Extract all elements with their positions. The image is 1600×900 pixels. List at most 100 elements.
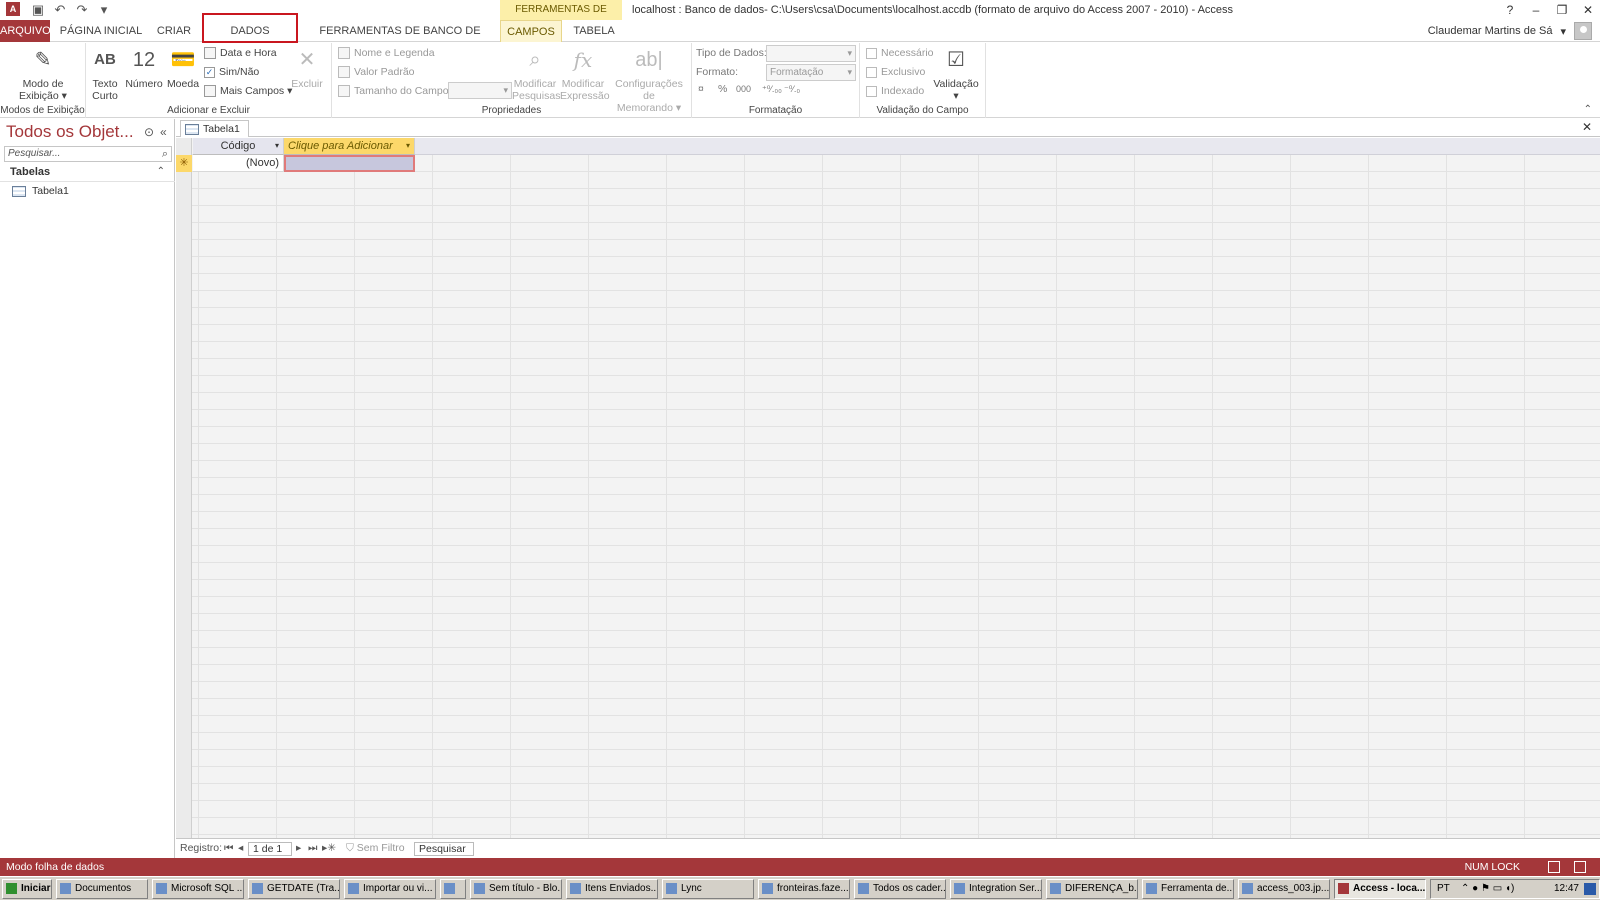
tab-external-data[interactable]: DADOS EXTERNOS — [202, 13, 298, 55]
next-record-button[interactable]: ▸ — [296, 842, 301, 854]
close-button[interactable]: ✕ — [1582, 0, 1594, 20]
collapse-nav-icon[interactable]: « — [160, 125, 167, 139]
required-checkbox[interactable]: Necessário — [866, 44, 934, 62]
tab-file[interactable]: ARQUIVO — [0, 20, 51, 42]
memo-settings-button[interactable]: ab| Configurações de Memorando ▾ — [608, 45, 690, 114]
taskbar-item[interactable]: Sem título - Blo... — [470, 879, 562, 899]
function-icon: fx — [573, 48, 593, 72]
chevron-down-icon[interactable]: ▾ — [275, 138, 279, 154]
taskbar-item[interactable]: Microsoft SQL ... — [152, 879, 244, 899]
memo-icon: ab| — [635, 49, 663, 71]
last-record-button[interactable]: ⏭ — [308, 842, 317, 855]
default-value-button[interactable]: Valor Padrão — [338, 63, 415, 81]
default-value-icon — [338, 66, 350, 79]
tab-database-tools[interactable]: FERRAMENTAS DE BANCO DE DADOS — [306, 20, 494, 59]
calendar-icon — [204, 47, 216, 60]
tray-icons[interactable]: ⌃ ● ⚑ ▭ ◖) — [1461, 880, 1514, 898]
first-record-button[interactable]: ⏮ — [224, 842, 233, 855]
current-record-input[interactable]: 1 de 1 — [248, 842, 292, 856]
previous-record-button[interactable]: ◂ — [238, 842, 243, 854]
more-fields-button[interactable]: Mais Campos ▾ — [204, 82, 292, 100]
tab-table[interactable]: TABELA — [568, 20, 620, 42]
restore-button[interactable]: ❐ — [1556, 0, 1568, 20]
new-record-marker[interactable]: ✳ — [176, 155, 192, 172]
redo-icon[interactable]: ↷ — [74, 2, 90, 18]
column-header-codigo[interactable]: Código ▾ — [193, 138, 284, 155]
short-text-button[interactable]: AB Texto Curto — [88, 45, 122, 102]
start-button[interactable]: Iniciar — [2, 879, 52, 899]
delete-field-button[interactable]: ✕ Excluir — [288, 45, 326, 90]
number-button[interactable]: 12 Número — [124, 45, 164, 90]
cell-click-to-add-new[interactable] — [284, 155, 415, 172]
percent-format-button[interactable]: % — [718, 83, 727, 95]
taskbar-item[interactable]: fronteiras.faze... — [758, 879, 850, 899]
show-desktop-icon[interactable] — [1584, 883, 1596, 895]
close-document-icon[interactable]: ✕ — [1582, 120, 1592, 134]
taskbar-item-icon[interactable] — [440, 879, 466, 899]
taskbar-item[interactable]: access_003.jp... — [1238, 879, 1330, 899]
nav-menu-icon[interactable]: ⊙ — [144, 125, 154, 139]
clock[interactable]: 12:47 — [1554, 880, 1579, 898]
validation-button[interactable]: ☑ Validação ▾ — [930, 45, 982, 102]
taskbar-item[interactable]: Lync — [662, 879, 754, 899]
filter-status[interactable]: ⛉ Sem Filtro — [346, 842, 405, 855]
taskbar-item[interactable]: Documentos — [56, 879, 148, 899]
currency-button[interactable]: 💳 Moeda — [166, 45, 200, 90]
nav-search-input[interactable]: Pesquisar... ⌕ — [4, 146, 172, 162]
record-selector-column[interactable] — [176, 138, 192, 838]
taskbar-item[interactable]: GETDATE (Tra... — [248, 879, 340, 899]
taskbar-item-active[interactable]: Access - loca... — [1334, 879, 1426, 899]
yes-no-button[interactable]: ✓ Sim/Não — [204, 63, 259, 81]
document-tab-tabela1[interactable]: Tabela1 — [180, 120, 249, 137]
new-record-button[interactable]: ▸✳ — [322, 842, 336, 854]
user-account[interactable]: Claudemar Martins de Sá ▾ — [1428, 20, 1592, 42]
minimize-button[interactable]: – — [1530, 0, 1542, 20]
nav-item-tabela1[interactable]: Tabela1 — [12, 185, 69, 201]
name-caption-button[interactable]: Nome e Legenda — [338, 44, 435, 62]
collapse-ribbon-icon[interactable]: ⌃ — [1584, 104, 1592, 115]
increase-decimals-button[interactable]: ⁺⁰⁄.₀₀ — [762, 84, 782, 95]
short-text-icon: AB — [94, 51, 116, 68]
collapse-group-icon[interactable]: ⌃ — [157, 166, 165, 177]
datasheet-view-icon[interactable] — [1548, 861, 1560, 873]
date-time-button[interactable]: Data e Hora — [204, 44, 277, 62]
field-size-input[interactable] — [448, 82, 512, 99]
taskbar-item[interactable]: Itens Enviados... — [566, 879, 658, 899]
cell-codigo-new[interactable]: (Novo) — [193, 155, 284, 172]
search-icon[interactable]: ⌕ — [162, 147, 168, 161]
tab-fields[interactable]: CAMPOS — [500, 20, 562, 42]
nav-pane-title[interactable]: Todos os Objet... — [6, 122, 134, 142]
column-header-click-to-add[interactable]: Clique para Adicionar ▾ — [284, 138, 415, 155]
data-type-select[interactable] — [766, 45, 856, 62]
view-button[interactable]: ✎ Modo de Exibição ▾ — [14, 45, 72, 102]
currency-format-icon[interactable]: ¤ — [698, 83, 704, 95]
nav-group-tables[interactable]: Tabelas ⌃ — [0, 164, 175, 182]
help-button[interactable]: ? — [1504, 0, 1516, 20]
language-indicator[interactable]: PT — [1437, 880, 1450, 898]
taskbar-item[interactable]: Ferramenta de... — [1142, 879, 1234, 899]
access-app-icon[interactable]: A — [6, 2, 20, 16]
modify-expression-button[interactable]: fx Modificar Expressão — [560, 45, 610, 102]
decrease-decimals-button[interactable]: ⁻⁰⁄.₀ — [784, 84, 800, 95]
thousands-format-button[interactable]: 000 — [736, 84, 751, 94]
unique-checkbox[interactable]: Exclusivo — [866, 63, 925, 81]
tab-home[interactable]: PÁGINA INICIAL — [58, 20, 144, 42]
design-view-icon[interactable] — [1574, 861, 1586, 873]
format-select[interactable]: Formatação — [766, 64, 856, 81]
taskbar-item[interactable]: Importar ou vi... — [344, 879, 436, 899]
taskbar-item[interactable]: Todos os cader... — [854, 879, 946, 899]
taskbar-item[interactable]: DIFERENÇA_b... — [1046, 879, 1138, 899]
datasheet-grid[interactable]: Código ▾ Clique para Adicionar ▾ ✳ (Novo) — [176, 138, 1600, 838]
field-size-icon — [338, 85, 350, 98]
modify-lookups-button[interactable]: ⌕ Modificar Pesquisas — [512, 45, 560, 102]
indexed-checkbox[interactable]: Indexado — [866, 82, 924, 100]
save-icon[interactable]: ▣ — [30, 2, 46, 18]
customize-qat-icon[interactable]: ▾ — [96, 2, 112, 18]
chevron-down-icon[interactable]: ▾ — [406, 138, 410, 154]
delete-icon: ✕ — [298, 49, 316, 71]
record-search-input[interactable]: Pesquisar — [414, 842, 474, 856]
tab-create[interactable]: CRIAR — [152, 20, 196, 42]
table-icon — [185, 123, 199, 135]
taskbar-item[interactable]: Integration Ser... — [950, 879, 1042, 899]
undo-icon[interactable]: ↶ — [52, 2, 68, 18]
